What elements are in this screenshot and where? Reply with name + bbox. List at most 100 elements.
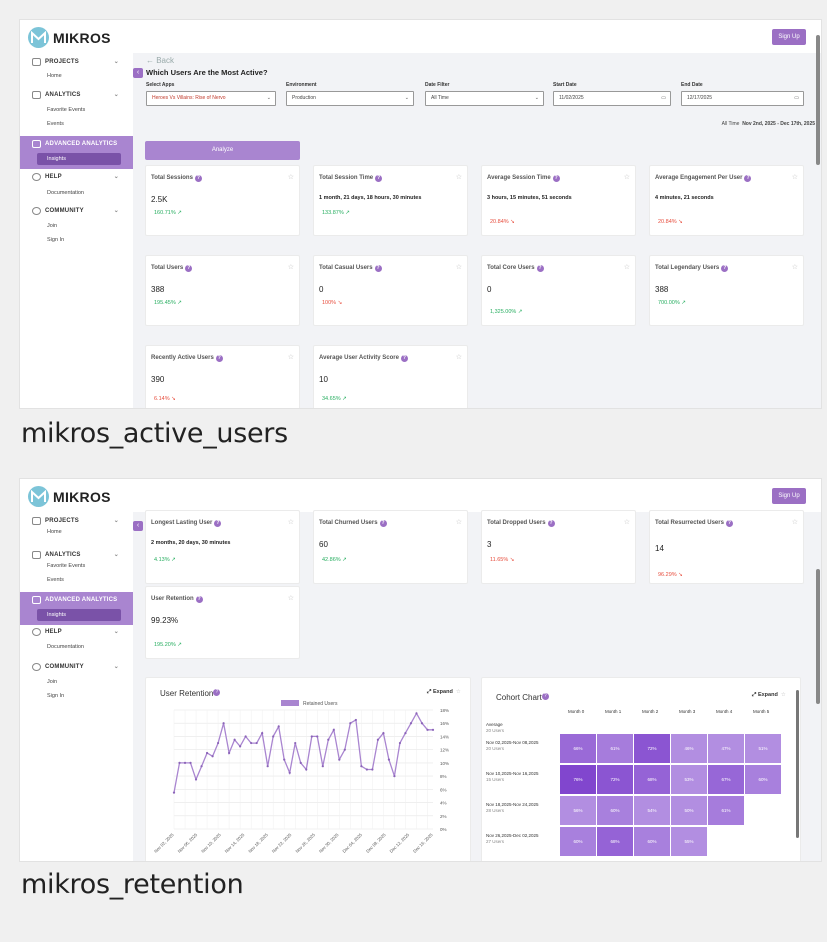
star-icon[interactable]: ☆ xyxy=(624,518,630,526)
data-point[interactable] xyxy=(310,735,313,738)
data-point[interactable] xyxy=(222,722,225,725)
data-point[interactable] xyxy=(272,735,275,738)
sidebar-section-advanced[interactable]: ADVANCED ANALYTICS xyxy=(20,138,133,151)
help-icon[interactable]: ? xyxy=(215,355,223,362)
data-point[interactable] xyxy=(216,741,220,745)
sidebar-section-analytics[interactable]: ANALYTICS ⌄ xyxy=(20,549,133,562)
data-point[interactable] xyxy=(299,761,302,764)
cohort-cell[interactable]: 61% xyxy=(708,796,744,825)
sidebar-item-insights[interactable]: Insights xyxy=(37,153,121,165)
star-icon[interactable]: ☆ xyxy=(792,173,798,181)
sidebar-section-projects[interactable]: PROJECTS ⌄ xyxy=(20,56,133,69)
cohort-cell[interactable]: 47% xyxy=(708,734,744,763)
star-icon[interactable]: ☆ xyxy=(792,518,798,526)
data-point[interactable] xyxy=(332,728,335,731)
expand-retention-button[interactable]: ⤢ Expand ☆ xyxy=(427,689,461,696)
sidebar-section-advanced[interactable]: ADVANCED ANALYTICS xyxy=(20,594,133,607)
data-point[interactable] xyxy=(426,728,429,731)
sidebar-section-help[interactable]: HELP ⌄ xyxy=(20,626,133,639)
help-icon[interactable]: ? xyxy=(195,596,203,603)
data-point[interactable] xyxy=(305,768,308,771)
star-icon[interactable]: ☆ xyxy=(456,173,462,181)
star-icon[interactable]: ☆ xyxy=(288,173,294,181)
cohort-cell[interactable]: 60% xyxy=(745,765,781,794)
sidebar-item-insights[interactable]: Insights xyxy=(37,609,121,621)
collapse-sidebar-button[interactable]: ‹ xyxy=(133,521,143,531)
data-point[interactable] xyxy=(172,791,176,794)
sidebar-item-documentation[interactable]: Documentation xyxy=(47,644,84,650)
data-point[interactable] xyxy=(360,765,363,768)
data-point[interactable] xyxy=(387,758,391,761)
data-point[interactable] xyxy=(244,735,247,738)
cohort-cell[interactable]: 61% xyxy=(597,734,633,763)
help-icon[interactable]: ? xyxy=(536,265,544,272)
cohort-cell[interactable]: 66% xyxy=(560,734,596,763)
cohort-cell[interactable]: 51% xyxy=(745,734,781,763)
mikros-logo[interactable]: MIKROS xyxy=(28,486,111,507)
cohort-cell[interactable]: 60% xyxy=(597,796,633,825)
help-icon[interactable]: ? xyxy=(214,520,222,527)
start-date-input[interactable]: 11/02/2025 ▭ xyxy=(553,91,671,106)
sidebar-section-analytics[interactable]: ANALYTICS ⌄ xyxy=(20,89,133,102)
data-point[interactable] xyxy=(415,712,418,715)
help-icon[interactable]: ? xyxy=(552,175,560,182)
data-point[interactable] xyxy=(420,722,424,725)
star-icon[interactable]: ☆ xyxy=(456,518,462,526)
sidebar-item-sign-in[interactable]: Sign In xyxy=(47,693,64,699)
cohort-cell[interactable]: 60% xyxy=(634,827,670,856)
environment-dropdown[interactable]: Production ⌄ xyxy=(286,91,414,106)
star-icon[interactable]: ☆ xyxy=(288,353,294,361)
sidebar-item-home[interactable]: Home xyxy=(47,529,62,535)
cohort-cell[interactable]: 72% xyxy=(597,765,633,794)
data-point[interactable] xyxy=(398,741,402,745)
analyze-button[interactable]: Analyze xyxy=(145,141,300,160)
scrollbar[interactable] xyxy=(816,569,820,704)
data-point[interactable] xyxy=(371,768,374,771)
star-icon[interactable]: ☆ xyxy=(781,692,786,698)
data-point[interactable] xyxy=(404,732,407,735)
back-link[interactable]: ← Back xyxy=(146,56,174,65)
select-apps-dropdown[interactable]: Heroes Vs Villains: Rise of Nervo ⌄ xyxy=(146,91,276,106)
data-point[interactable] xyxy=(250,741,253,745)
data-point[interactable] xyxy=(343,748,346,751)
help-icon[interactable]: ? xyxy=(547,520,555,527)
cohort-scrollbar[interactable] xyxy=(796,690,799,838)
sign-up-button[interactable]: Sign Up xyxy=(772,29,806,45)
star-icon[interactable]: ☆ xyxy=(288,518,294,526)
cohort-cell[interactable]: 76% xyxy=(560,765,596,794)
data-point[interactable] xyxy=(354,718,357,722)
data-point[interactable] xyxy=(255,741,258,745)
collapse-sidebar-button[interactable]: ‹ xyxy=(133,68,143,78)
scrollbar[interactable] xyxy=(816,35,820,165)
data-point[interactable] xyxy=(338,758,341,761)
help-icon[interactable]: ? xyxy=(375,175,383,182)
help-icon[interactable]: ? xyxy=(744,175,752,182)
star-icon[interactable]: ☆ xyxy=(456,689,461,695)
data-point[interactable] xyxy=(205,751,209,755)
cohort-cell[interactable]: 68% xyxy=(597,827,633,856)
data-point[interactable] xyxy=(288,771,291,774)
help-icon[interactable]: ? xyxy=(213,689,221,696)
data-point[interactable] xyxy=(228,751,231,755)
help-icon[interactable]: ? xyxy=(541,693,549,700)
sidebar-item-home[interactable]: Home xyxy=(47,73,62,79)
data-point[interactable] xyxy=(321,765,324,768)
mikros-logo[interactable]: MIKROS xyxy=(28,27,111,48)
star-icon[interactable]: ☆ xyxy=(288,594,294,602)
data-point[interactable] xyxy=(294,741,297,745)
help-icon[interactable]: ? xyxy=(400,355,408,362)
help-icon[interactable]: ? xyxy=(185,265,193,272)
data-point[interactable] xyxy=(382,732,385,735)
data-point[interactable] xyxy=(349,722,352,725)
cohort-cell[interactable]: 54% xyxy=(634,796,670,825)
sidebar-section-community[interactable]: COMMUNITY ⌄ xyxy=(20,661,133,674)
data-point[interactable] xyxy=(327,738,330,741)
cohort-cell[interactable]: 72% xyxy=(634,734,670,763)
data-point[interactable] xyxy=(393,775,396,778)
cohort-cell[interactable]: 55% xyxy=(671,827,707,856)
data-point[interactable] xyxy=(266,765,269,768)
sidebar-item-favorite-events[interactable]: Favorite Events xyxy=(47,563,85,569)
sidebar-item-sign-in[interactable]: Sign In xyxy=(47,237,64,243)
expand-cohort-button[interactable]: ⤢ Expand ☆ xyxy=(752,692,786,699)
sidebar-section-projects[interactable]: PROJECTS ⌄ xyxy=(20,515,133,528)
